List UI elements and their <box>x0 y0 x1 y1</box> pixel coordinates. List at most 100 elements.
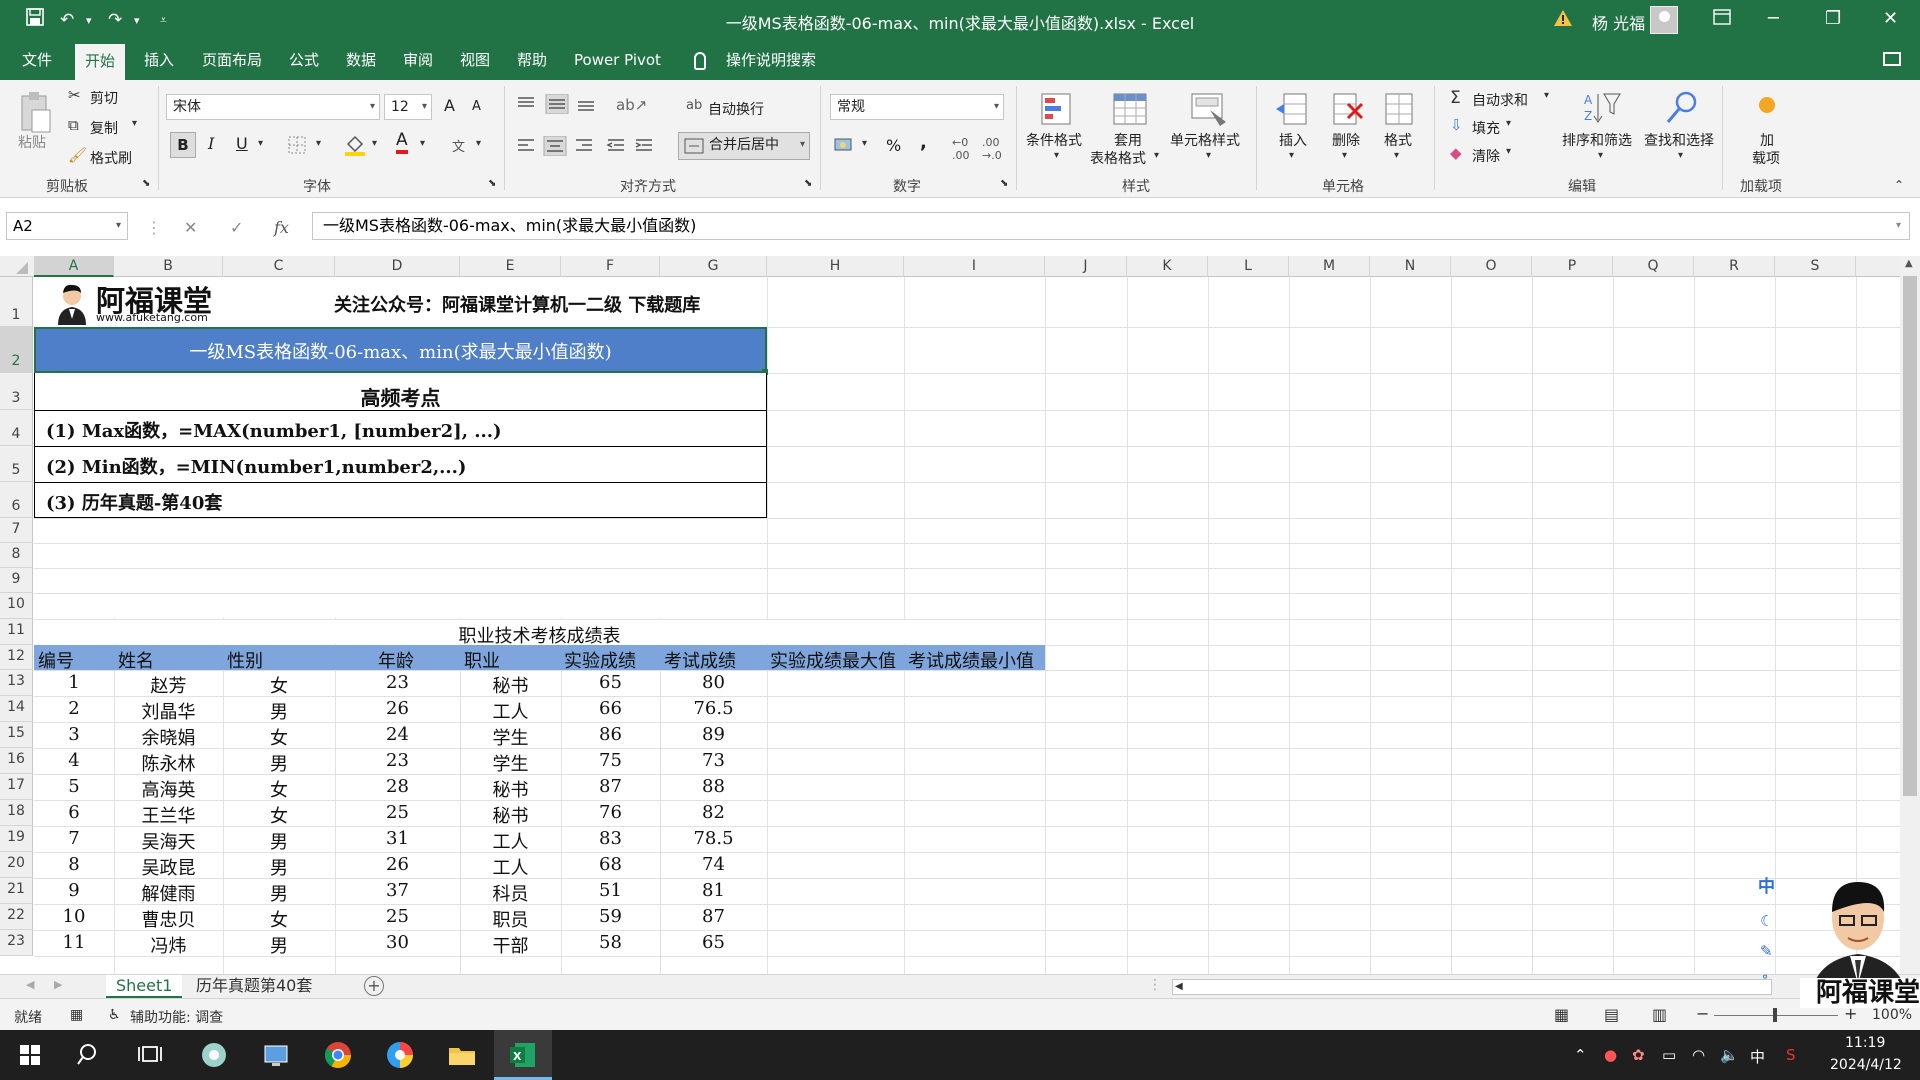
cell-job[interactable]: 干部 <box>460 932 561 958</box>
header-lab-max[interactable]: 实验成绩最大值 <box>770 647 896 673</box>
worksheet-grid[interactable]: A B C D E F G H I J K L M N O P Q R S 1 … <box>0 256 1900 974</box>
ime-tools-icon[interactable]: ✎ <box>1760 942 1773 960</box>
row-header-18[interactable]: 18 <box>0 800 33 826</box>
clear-dropdown-icon[interactable]: ▾ <box>1506 146 1511 157</box>
font-color-dropdown-icon[interactable]: ▾ <box>420 138 425 149</box>
underline-dropdown-icon[interactable]: ▾ <box>258 138 263 149</box>
battery-icon[interactable]: ▭ <box>1662 1046 1676 1064</box>
desktop-app-icon[interactable] <box>260 1039 292 1071</box>
cell-exam-score[interactable]: 87 <box>660 906 767 927</box>
cell-gender[interactable]: 男 <box>223 750 335 776</box>
cell-job[interactable]: 学生 <box>460 750 561 776</box>
col-header-m[interactable]: M <box>1289 256 1370 277</box>
cell-exam-score[interactable]: 89 <box>660 724 767 745</box>
formula-input[interactable]: 一级MS表格函数-06-max、min(求最大最小值函数) <box>312 212 1910 240</box>
col-header-n[interactable]: N <box>1370 256 1451 277</box>
close-button[interactable]: ✕ <box>1883 8 1898 29</box>
restore-button[interactable]: ❐ <box>1825 8 1841 29</box>
paste-label[interactable]: 粘贴 <box>18 132 46 152</box>
tab-help[interactable]: 帮助 <box>507 40 557 80</box>
cell-name[interactable]: 刘晶华 <box>114 698 223 724</box>
row-header-10[interactable]: 10 <box>0 593 33 619</box>
row-header-5[interactable]: 5 <box>0 446 33 482</box>
conditional-formatting-icon[interactable] <box>1040 92 1074 128</box>
row-header-23[interactable]: 23 <box>0 930 33 956</box>
cell-styles-dropdown-icon[interactable]: ▾ <box>1206 150 1211 161</box>
cell-name[interactable]: 陈永林 <box>114 750 223 776</box>
cell-age[interactable]: 25 <box>335 906 460 927</box>
fill-button[interactable]: 填充 <box>1472 118 1500 138</box>
row-header-12[interactable]: 12 <box>0 645 33 670</box>
tray-expand-icon[interactable]: ⌃ <box>1574 1046 1587 1064</box>
conditional-formatting-button[interactable]: 条件格式 <box>1026 130 1082 150</box>
format-cells-icon[interactable] <box>1382 92 1416 128</box>
tab-view[interactable]: 视图 <box>450 40 500 80</box>
cell-name[interactable]: 余晓娟 <box>114 724 223 750</box>
find-select-icon[interactable] <box>1664 90 1700 126</box>
orientation-icon[interactable]: ab↗ <box>616 96 647 114</box>
tab-page-layout[interactable]: 页面布局 <box>192 40 272 80</box>
col-header-b[interactable]: B <box>114 256 223 277</box>
addins-label-1[interactable]: 加 <box>1760 130 1774 150</box>
underline-button[interactable]: U <box>236 134 248 153</box>
cell-id[interactable]: 6 <box>34 802 114 823</box>
name-box[interactable]: A2 ▾ <box>6 212 128 240</box>
col-header-k[interactable]: K <box>1127 256 1208 277</box>
cell-name[interactable]: 高海英 <box>114 776 223 802</box>
row-header-15[interactable]: 15 <box>0 722 33 748</box>
cell-gender[interactable]: 女 <box>223 802 335 828</box>
cell-job[interactable]: 工人 <box>460 828 561 854</box>
copy-icon[interactable]: ⧉ <box>68 116 79 134</box>
chrome-icon[interactable] <box>322 1039 354 1071</box>
tab-insert[interactable]: 插入 <box>134 40 184 80</box>
cell-lab-score[interactable]: 68 <box>561 854 660 875</box>
col-header-d[interactable]: D <box>335 256 460 277</box>
accounting-format-icon[interactable] <box>834 136 856 154</box>
copy-button[interactable]: 复制 <box>90 118 118 138</box>
col-header-r[interactable]: R <box>1694 256 1775 277</box>
cell-job[interactable]: 秘书 <box>460 802 561 828</box>
wifi-icon[interactable]: ◠ <box>1692 1046 1705 1064</box>
col-header-a[interactable]: A <box>34 256 114 277</box>
col-header-l[interactable]: L <box>1208 256 1289 277</box>
zoom-out-icon[interactable]: − <box>1696 1004 1709 1023</box>
add-sheet-button[interactable]: + <box>364 976 384 996</box>
borders-dropdown-icon[interactable]: ▾ <box>316 138 321 149</box>
cell-exam-score[interactable]: 82 <box>660 802 767 823</box>
select-all-icon[interactable] <box>14 262 28 274</box>
header-name[interactable]: 姓名 <box>118 647 154 673</box>
scroll-thumb[interactable] <box>1903 276 1917 796</box>
ime-indicator[interactable]: 中 <box>1750 1046 1765 1067</box>
cell-lab-score[interactable]: 51 <box>561 880 660 901</box>
cell-area[interactable]: 阿福课堂 www.afuketang.com 关注公众号：阿福课堂计算机一二级 … <box>34 277 1900 974</box>
tab-review[interactable]: 审阅 <box>393 40 443 80</box>
tab-home[interactable]: 开始 <box>75 44 126 80</box>
next-sheet-icon[interactable]: ▶ <box>54 978 62 991</box>
col-header-j[interactable]: J <box>1045 256 1127 277</box>
tab-splitter-icon[interactable]: ⋮ <box>1148 977 1162 993</box>
clipboard-launcher-icon[interactable]: ⬊ <box>142 178 150 189</box>
row-header-21[interactable]: 21 <box>0 878 33 904</box>
cell-gender[interactable]: 男 <box>223 880 335 906</box>
insert-function-icon[interactable]: fx <box>274 218 289 237</box>
sort-filter-button[interactable]: 排序和筛选 <box>1562 130 1632 150</box>
cell-gender[interactable]: 女 <box>223 906 335 932</box>
autosum-button[interactable]: 自动求和 <box>1472 90 1528 110</box>
tab-file[interactable]: 文件 <box>12 40 62 80</box>
insert-cells-button[interactable]: 插入 <box>1279 130 1307 150</box>
scroll-left-icon[interactable]: ◀ <box>1175 981 1183 992</box>
paste-icon[interactable] <box>18 90 52 134</box>
sort-filter-icon[interactable]: AZ <box>1582 90 1622 126</box>
header-id[interactable]: 编号 <box>38 647 74 673</box>
task-view-icon[interactable] <box>134 1039 166 1071</box>
cell-age[interactable]: 31 <box>335 828 460 849</box>
sogou-ime-icon[interactable]: S <box>1786 1046 1796 1064</box>
format-as-table-label-1[interactable]: 套用 <box>1114 130 1142 150</box>
cell-age[interactable]: 26 <box>335 698 460 719</box>
tab-data[interactable]: 数据 <box>336 40 386 80</box>
autosum-dropdown-icon[interactable]: ▾ <box>1544 90 1549 101</box>
row-header-20[interactable]: 20 <box>0 852 33 878</box>
clear-icon[interactable]: ◆ <box>1450 144 1462 162</box>
font-name-select[interactable]: 宋体 ▾ <box>166 94 380 120</box>
vertical-align-icons[interactable] <box>516 94 612 114</box>
